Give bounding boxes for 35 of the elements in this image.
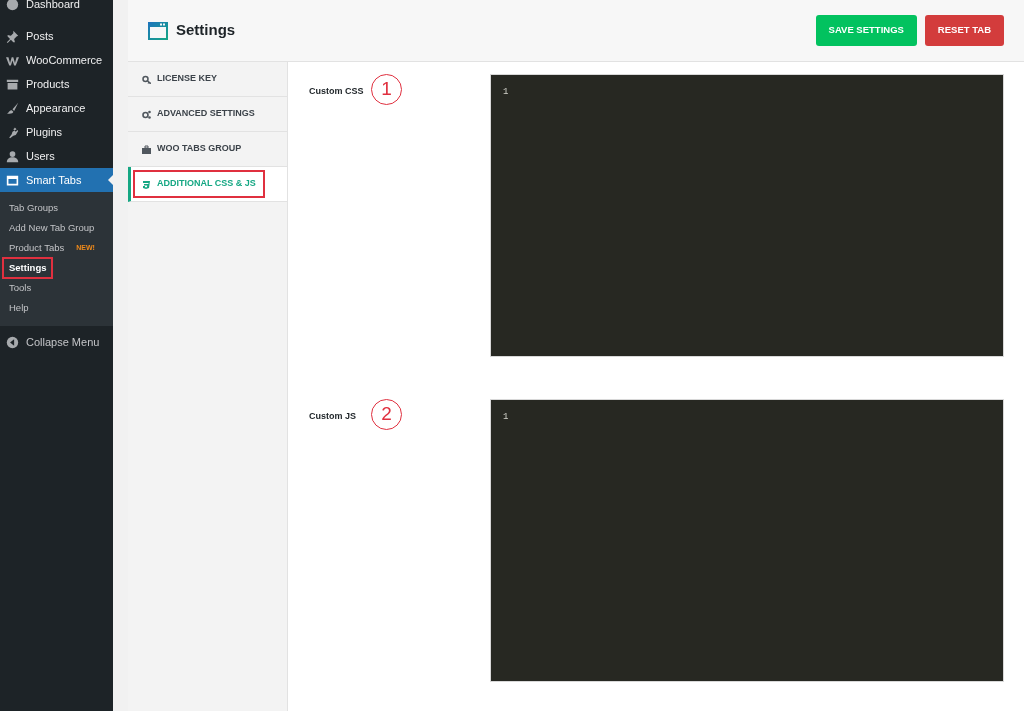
field-label: Custom JS	[309, 410, 357, 423]
admin-menu-item[interactable]: Appearance	[0, 96, 113, 120]
collapse-menu-button[interactable]: Collapse Menu	[0, 330, 113, 354]
window-icon	[148, 21, 168, 40]
submenu-item[interactable]: Tools	[3, 278, 38, 298]
admin-menu-item[interactable]: Dashboard	[0, 0, 113, 16]
plug-icon	[6, 125, 19, 139]
settings-tab[interactable]: ADVANCED SETTINGS	[128, 97, 287, 132]
code-editor[interactable]: 1	[490, 74, 1004, 357]
pin-icon	[6, 29, 19, 43]
code-editor[interactable]: 1	[490, 399, 1004, 682]
settings-tab[interactable]: LICENSE KEY	[128, 62, 287, 97]
line-number: 1	[503, 87, 509, 97]
bag-icon	[142, 144, 151, 154]
archive-icon	[6, 77, 19, 91]
admin-menu-item[interactable]: Smart Tabs	[0, 168, 113, 192]
admin-menu-item[interactable]: Posts	[0, 24, 113, 48]
submenu-item[interactable]: Tab Groups	[3, 198, 65, 218]
admin-menu-item[interactable]: Plugins	[0, 120, 113, 144]
css3-icon	[142, 179, 151, 189]
line-number: 1	[503, 412, 509, 422]
window-icon	[6, 173, 19, 187]
page-title: Settings	[176, 20, 236, 41]
admin-menu-item[interactable]: Products	[0, 72, 113, 96]
reset-button[interactable]: RESET TAB	[924, 15, 1004, 46]
submenu-item[interactable]: Help	[3, 298, 35, 318]
submenu-item[interactable]: Add New Tab Group	[3, 218, 101, 238]
collapse-icon	[6, 335, 19, 349]
user-icon	[6, 149, 19, 163]
admin-menu-item[interactable]: WooCommerce	[0, 48, 113, 72]
submenu-item[interactable]: Product Tabs	[3, 238, 71, 258]
submenu-item[interactable]: Settings	[3, 258, 53, 278]
admin-menu-item[interactable]: Users	[0, 144, 113, 168]
gears-icon	[142, 109, 151, 119]
field-label: Custom CSS	[309, 85, 365, 98]
